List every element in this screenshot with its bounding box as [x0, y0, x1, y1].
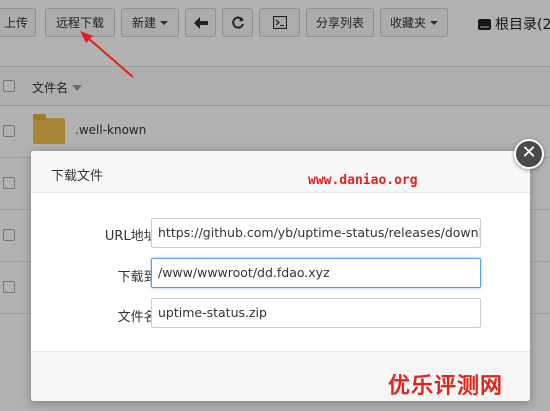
watermark-url: www.daniao.org: [308, 173, 418, 188]
close-dialog-button[interactable]: ✕: [514, 139, 544, 169]
destination-label: 下载到:: [117, 270, 161, 285]
filename-input[interactable]: uptime-status.zip: [151, 298, 481, 328]
url-input[interactable]: https://github.com/yb/uptime-status/rele…: [151, 218, 481, 248]
dialog-header: 下载文件 www.daniao.org: [31, 151, 530, 193]
destination-input[interactable]: /www/wwwroot/dd.fdao.xyz: [151, 258, 481, 288]
watermark-brand: 优乐评测网: [388, 374, 504, 399]
close-icon: ✕: [521, 142, 537, 163]
download-file-dialog: 下载文件 www.daniao.org URL地址: https://githu…: [31, 151, 530, 401]
url-label: URL地址:: [104, 229, 161, 244]
filename-label: 文件名:: [117, 310, 161, 325]
dialog-title: 下载文件: [51, 169, 104, 184]
